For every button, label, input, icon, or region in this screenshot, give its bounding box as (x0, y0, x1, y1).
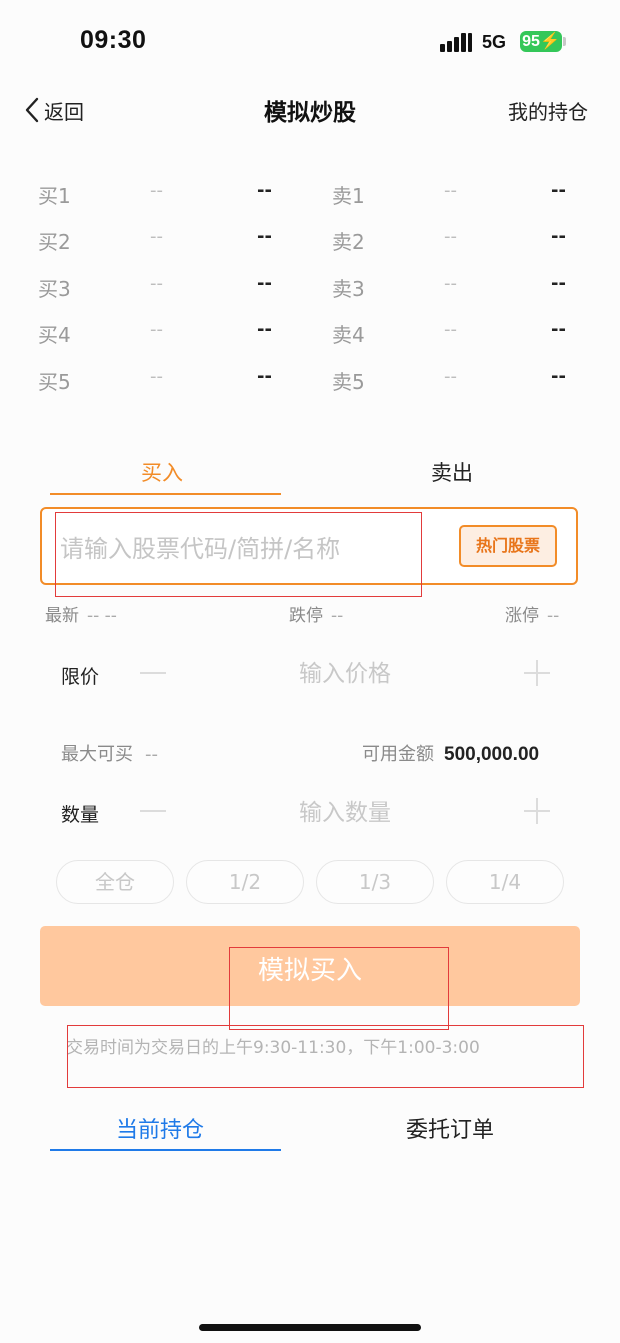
max-buy-info: 最大可买 -- (61, 740, 158, 766)
tab-current-holdings[interactable]: 当前持仓 (116, 1112, 204, 1144)
order-book-row: 买3 -- -- 卖3 -- -- (0, 273, 620, 303)
battery-icon: 95⚡ (520, 31, 562, 52)
tab-current-holdings-indicator (50, 1149, 281, 1151)
quantity-increase-icon[interactable] (524, 798, 550, 824)
my-holdings-link[interactable]: 我的持仓 (508, 96, 588, 125)
tab-buy-indicator (50, 493, 281, 495)
available-funds-info: 可用金额 500,000.00 (362, 740, 539, 766)
order-book-row: 买4 -- -- 卖4 -- -- (0, 319, 620, 349)
limit-down-label: 跌停 (289, 606, 323, 626)
buy-volume: -- (257, 273, 272, 294)
quantity-label: 数量 (61, 804, 100, 826)
sell-price: -- (444, 273, 457, 294)
sell-volume: -- (551, 273, 566, 294)
highlight-box-search (55, 512, 422, 597)
sell-level-label: 卖4 (332, 323, 365, 347)
limit-down-value: -- (331, 606, 344, 626)
buy-volume: -- (257, 319, 272, 340)
cellular-signal-icon (440, 32, 472, 52)
sell-level-label: 卖5 (332, 370, 365, 394)
sell-price: -- (444, 180, 457, 201)
highlight-box-buy (229, 947, 449, 1030)
order-book-row: 买2 -- -- 卖2 -- -- (0, 226, 620, 256)
sell-price: -- (444, 366, 457, 387)
available-funds-value: 500,000.00 (444, 744, 540, 765)
price-label: 限价 (61, 666, 100, 688)
buy-level-label: 买1 (38, 184, 71, 208)
home-indicator[interactable] (199, 1324, 421, 1331)
sell-price: -- (444, 319, 457, 340)
battery-level: 95 (522, 33, 540, 50)
price-input[interactable] (230, 656, 460, 692)
buy-level-label: 买4 (38, 323, 71, 347)
sell-volume: -- (551, 180, 566, 201)
buy-volume: -- (257, 226, 272, 247)
tab-buy[interactable]: 买入 (141, 457, 183, 487)
position-third-button[interactable]: 1/3 (316, 860, 434, 904)
quantity-decrease-icon[interactable] (140, 810, 166, 812)
buy-level-label: 买5 (38, 370, 71, 394)
sell-level-label: 卖1 (332, 184, 365, 208)
latest-value: -- -- (87, 606, 117, 626)
max-buy-label: 最大可买 (61, 744, 133, 765)
sell-volume: -- (551, 366, 566, 387)
limit-up-quote: 涨停 -- (505, 601, 559, 626)
buy-level-label: 买3 (38, 277, 71, 301)
order-book-row: 买1 -- -- 卖1 -- -- (0, 180, 620, 210)
latest-quote: 最新 -- -- (45, 601, 117, 626)
network-type: 5G (482, 32, 507, 52)
buy-price: -- (150, 180, 163, 201)
position-full-button[interactable]: 全仓 (56, 860, 174, 904)
buy-price: -- (150, 273, 163, 294)
highlight-box-note (67, 1025, 584, 1088)
price-increase-icon[interactable] (524, 660, 550, 686)
limit-down-quote: 跌停 -- (289, 601, 343, 626)
limit-up-label: 涨停 (505, 606, 539, 626)
position-quarter-button[interactable]: 1/4 (446, 860, 564, 904)
tab-sell[interactable]: 卖出 (431, 457, 473, 487)
battery-tip-icon (563, 37, 566, 46)
sell-level-label: 卖3 (332, 277, 365, 301)
buy-price: -- (150, 226, 163, 247)
order-book-row: 买5 -- -- 卖5 -- -- (0, 366, 620, 396)
buy-level-label: 买2 (38, 230, 71, 254)
position-half-button[interactable]: 1/2 (186, 860, 304, 904)
buy-volume: -- (257, 180, 272, 201)
sell-level-label: 卖2 (332, 230, 365, 254)
buy-price: -- (150, 319, 163, 340)
status-time: 09:30 (80, 26, 147, 54)
sell-volume: -- (551, 226, 566, 247)
sell-price: -- (444, 226, 457, 247)
available-funds-label: 可用金额 (362, 744, 434, 765)
buy-price: -- (150, 366, 163, 387)
limit-up-value: -- (547, 606, 560, 626)
buy-volume: -- (257, 366, 272, 387)
price-decrease-icon[interactable] (140, 672, 166, 674)
hot-stocks-button[interactable]: 热门股票 (459, 525, 557, 567)
latest-label: 最新 (45, 606, 79, 626)
tab-orders[interactable]: 委托订单 (406, 1112, 494, 1144)
max-buy-value: -- (145, 744, 158, 765)
quantity-input[interactable] (230, 795, 460, 831)
sell-volume: -- (551, 319, 566, 340)
